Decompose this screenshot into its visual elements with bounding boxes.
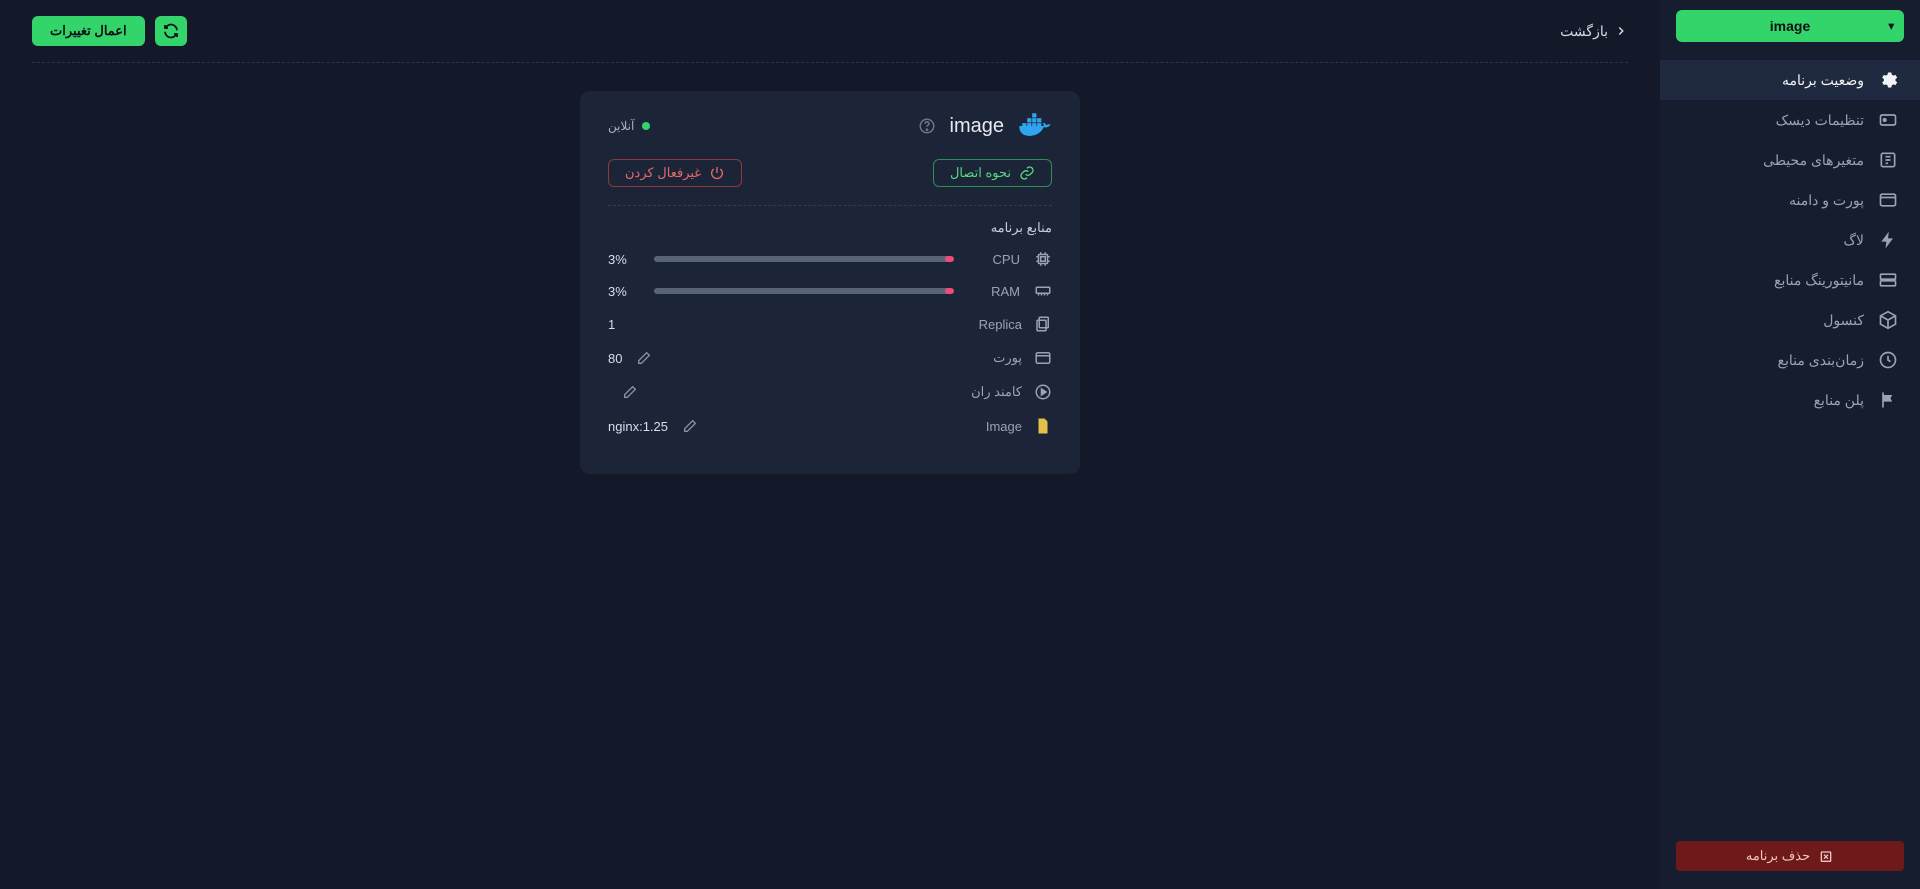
command-label: کامند ران	[971, 384, 1022, 400]
flag-icon	[1878, 390, 1898, 410]
card-divider	[608, 205, 1052, 206]
sidebar-item-label: تنظیمات دیسک	[1776, 112, 1864, 129]
edit-icon[interactable]	[682, 418, 698, 434]
cpu-label: CPU	[968, 252, 1020, 267]
apply-changes-label: اعمال تغییرات	[50, 23, 127, 39]
disable-button[interactable]: غیرفعال کردن	[608, 159, 742, 187]
port-icon	[1034, 349, 1052, 367]
apply-changes-button[interactable]: اعمال تغییرات	[32, 16, 145, 46]
sidebar-item-disk[interactable]: تنظیمات دیسک	[1660, 100, 1920, 140]
command-row: کامند ران	[608, 382, 1052, 402]
delete-app-button[interactable]: حذف برنامه	[1676, 841, 1904, 871]
cube-icon	[1878, 310, 1898, 330]
divider	[32, 62, 1628, 63]
card-title: image	[950, 115, 1004, 138]
help-icon[interactable]	[918, 117, 936, 135]
sidebar-nav: وضعیت برنامه تنظیمات دیسک متغیرهای محیطی…	[1660, 60, 1920, 420]
window-icon	[1878, 190, 1898, 210]
power-icon	[709, 165, 725, 181]
monitor-icon	[1878, 270, 1898, 290]
refresh-icon	[162, 22, 180, 40]
chevron-down-icon: ▾	[1888, 20, 1894, 33]
link-icon	[1019, 165, 1035, 181]
sidebar-item-label: مانیتورینگ منابع	[1774, 272, 1864, 289]
connect-button[interactable]: نحوه اتصال	[933, 159, 1052, 187]
main-area: اعمال تغییرات بازگشت	[0, 0, 1660, 889]
resources-title: منابع برنامه	[608, 220, 1052, 236]
edit-icon[interactable]	[636, 350, 652, 366]
sidebar-item-schedule[interactable]: زمان‌بندی منابع	[1660, 340, 1920, 380]
ram-icon	[1034, 282, 1052, 300]
edit-icon[interactable]	[622, 384, 638, 400]
sidebar-item-label: متغیرهای محیطی	[1763, 152, 1864, 169]
cpu-icon	[1034, 250, 1052, 268]
sidebar-item-monitoring[interactable]: مانیتورینگ منابع	[1660, 260, 1920, 300]
replica-value: 1	[608, 317, 615, 332]
port-row: پورت 80	[608, 348, 1052, 368]
sidebar-item-plan[interactable]: پلن منابع	[1660, 380, 1920, 420]
disk-icon	[1878, 110, 1898, 130]
top-bar: اعمال تغییرات بازگشت	[32, 16, 1628, 46]
image-label: Image	[986, 419, 1022, 434]
app-status-card: image آنلاین نحوه	[580, 91, 1080, 474]
sidebar-item-log[interactable]: لاگ	[1660, 220, 1920, 260]
replica-row: Replica 1	[608, 314, 1052, 334]
gear-icon	[1878, 70, 1898, 90]
replica-label: Replica	[979, 317, 1022, 332]
port-label: پورت	[993, 350, 1022, 366]
sidebar-item-label: پورت و دامنه	[1789, 192, 1864, 209]
status-label: آنلاین	[608, 119, 634, 133]
sidebar-item-label: وضعیت برنامه	[1782, 72, 1864, 89]
sidebar-item-label: پلن منابع	[1814, 392, 1864, 409]
delete-app-label: حذف برنامه	[1746, 848, 1810, 864]
play-icon	[1034, 383, 1052, 401]
sidebar-item-status[interactable]: وضعیت برنامه	[1660, 60, 1920, 100]
sidebar-item-label: کنسول	[1823, 312, 1864, 329]
app-selector-dropdown[interactable]: image ▾	[1676, 10, 1904, 42]
replica-icon	[1034, 315, 1052, 333]
chevron-right-icon	[1614, 24, 1628, 38]
sidebar-item-port-domain[interactable]: پورت و دامنه	[1660, 180, 1920, 220]
file-icon	[1034, 417, 1052, 435]
sidebar-item-label: زمان‌بندی منابع	[1778, 352, 1864, 369]
docker-icon	[1018, 113, 1052, 139]
image-value: nginx:1.25	[608, 419, 668, 434]
cpu-value: 3%	[608, 252, 640, 267]
sidebar: image ▾ وضعیت برنامه تنظیمات دیسک متغ	[1660, 0, 1920, 889]
refresh-button[interactable]	[155, 16, 187, 46]
ram-row: RAM 3%	[608, 282, 1052, 300]
disable-label: غیرفعال کردن	[625, 165, 701, 181]
cpu-row: CPU 3%	[608, 250, 1052, 268]
bolt-icon	[1878, 230, 1898, 250]
status-badge: آنلاین	[608, 119, 650, 133]
connect-label: نحوه اتصال	[950, 165, 1011, 181]
ram-value: 3%	[608, 284, 640, 299]
port-value: 80	[608, 351, 622, 366]
sidebar-item-label: لاگ	[1843, 232, 1864, 249]
env-icon	[1878, 150, 1898, 170]
back-link[interactable]: بازگشت	[1560, 23, 1628, 40]
app-selector-label: image	[1770, 18, 1810, 34]
clock-icon	[1878, 350, 1898, 370]
ram-bar	[654, 288, 954, 294]
sidebar-item-console[interactable]: کنسول	[1660, 300, 1920, 340]
ram-label: RAM	[968, 284, 1020, 299]
back-label: بازگشت	[1560, 23, 1608, 40]
sidebar-item-env[interactable]: متغیرهای محیطی	[1660, 140, 1920, 180]
cpu-bar	[654, 256, 954, 262]
image-row: Image nginx:1.25	[608, 416, 1052, 436]
trash-icon	[1818, 848, 1834, 864]
status-dot-icon	[642, 122, 650, 130]
